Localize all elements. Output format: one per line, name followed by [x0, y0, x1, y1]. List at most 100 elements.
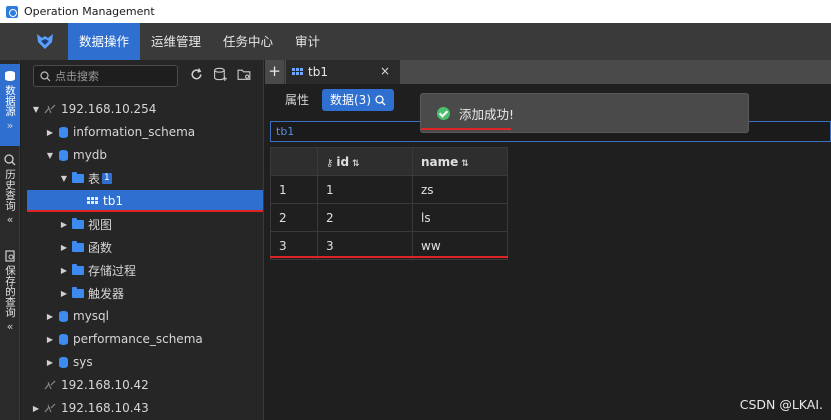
cell-id[interactable]: 2 [317, 203, 413, 232]
close-tab-icon[interactable]: × [380, 64, 390, 78]
menu-audit[interactable]: 审计 [284, 23, 331, 60]
tree-label: 192.168.10.43 [61, 401, 149, 415]
database-icon [59, 149, 68, 161]
tree-node-procedures-folder[interactable]: ▶ 存储过程 [21, 259, 264, 281]
table-row[interactable]: 2 2 ls [270, 203, 508, 232]
tree-node-mydb[interactable]: ▼ mydb [21, 144, 264, 166]
left-rail: 数据源 » 历史查询 « 保存的查询 « [0, 60, 20, 420]
search-icon[interactable] [375, 94, 386, 106]
rail-saved-queries[interactable]: 保存的查询 « [0, 250, 20, 350]
tree-label: 函数 [88, 240, 113, 255]
disconnected-host-icon [44, 104, 56, 114]
sort-icon[interactable]: ⇅ [352, 159, 360, 169]
rail-datasource[interactable]: 数据源 » [0, 64, 20, 146]
primary-key-icon: ⚷ [326, 157, 334, 169]
tree-node-views-folder[interactable]: ▶ 视图 [21, 213, 264, 235]
tree-label: 192.168.10.254 [61, 102, 157, 116]
tree-node-functions-folder[interactable]: ▶ 函数 [21, 236, 264, 258]
top-nav: 数据操作 运维管理 任务中心 审计 [0, 23, 831, 60]
rail-datasource-label: 数据源 [4, 85, 16, 117]
refresh-icon[interactable] [189, 67, 204, 82]
highlight-underline [421, 128, 511, 130]
table-icon [292, 68, 303, 76]
search-box[interactable] [33, 65, 178, 87]
menu-data-operation[interactable]: 数据操作 [68, 23, 141, 60]
title-bar: Operation Management [0, 0, 831, 23]
tree-node-host-43[interactable]: ▶ 192.168.10.43 [21, 397, 264, 419]
table-row[interactable]: 1 1 zs [270, 175, 508, 204]
collapsed-caret-icon[interactable]: ▶ [45, 312, 55, 321]
window-title: Operation Management [24, 5, 155, 18]
cell-id[interactable]: 1 [317, 175, 413, 204]
table-icon [87, 197, 98, 205]
disconnected-host-icon [44, 403, 56, 413]
database-icon [59, 333, 68, 345]
tree-node-host-42[interactable]: ▶ 192.168.10.42 [21, 374, 264, 396]
menu-ops-management[interactable]: 运维管理 [140, 23, 212, 60]
tree-node-tables-folder[interactable]: ▼ 表 1 [21, 167, 264, 189]
search-input[interactable] [55, 69, 165, 83]
collapsed-caret-icon[interactable]: ▶ [45, 358, 55, 367]
highlight-underline [270, 256, 508, 258]
column-header-id[interactable]: ⚷ id ⇅ [317, 147, 413, 176]
function-folder-icon [72, 240, 84, 252]
tree-label: 192.168.10.42 [61, 378, 149, 392]
sort-icon[interactable]: ⇅ [461, 159, 469, 169]
sidebar: ▼ 192.168.10.254 ▶ information_schema ▼ … [21, 60, 264, 420]
rail-saved-queries-label: 保存的查询 [4, 265, 16, 318]
saved-query-icon [5, 250, 15, 262]
tree-node-table-tb1[interactable]: tb1 [27, 190, 263, 212]
tree-label: information_schema [73, 125, 196, 139]
database-icon [59, 126, 68, 138]
collapsed-caret-icon[interactable]: ▶ [59, 266, 69, 275]
collapsed-caret-icon[interactable]: ▶ [59, 220, 69, 229]
subtab-properties[interactable]: 属性 [277, 89, 317, 111]
column-header-label: id [336, 154, 350, 169]
trigger-folder-icon [72, 286, 84, 298]
menu-task-center[interactable]: 任务中心 [212, 23, 284, 60]
toast-message: 添加成功! [459, 106, 515, 122]
subtab-data[interactable]: 数据(3) [322, 89, 394, 111]
disconnected-host-icon [44, 380, 56, 390]
collapsed-caret-icon[interactable]: ▶ [45, 335, 55, 344]
add-datasource-icon[interactable] [213, 67, 228, 82]
table-count-badge: 1 [102, 172, 112, 184]
collapsed-caret-icon[interactable]: ▶ [31, 404, 41, 413]
folder-settings-icon[interactable] [237, 67, 252, 82]
row-number-header [270, 147, 318, 176]
tree-node-performance-schema[interactable]: ▶ performance_schema [21, 328, 264, 350]
tree-node-triggers-folder[interactable]: ▶ 触发器 [21, 282, 264, 304]
main-menu: 数据操作 运维管理 任务中心 审计 [68, 23, 331, 60]
expanded-caret-icon[interactable]: ▼ [31, 105, 41, 114]
tree-label: mysql [73, 309, 109, 323]
tree-node-mysql[interactable]: ▶ mysql [21, 305, 264, 327]
subtab-data-label: 数据(3) [330, 93, 371, 107]
collapse-chevron-icon[interactable]: « [7, 320, 14, 333]
expanded-caret-icon[interactable]: ▼ [59, 174, 69, 183]
expanded-caret-icon[interactable]: ▼ [45, 151, 55, 160]
rail-history[interactable]: 历史查询 « [0, 154, 20, 236]
brand-logo-icon[interactable] [34, 30, 56, 52]
database-icon [59, 310, 68, 322]
column-header-label: name [421, 154, 459, 169]
success-toast: 添加成功! [420, 93, 749, 133]
cell-name[interactable]: ls [412, 203, 508, 232]
column-header-name[interactable]: name ⇅ [412, 147, 508, 176]
collapsed-caret-icon[interactable]: ▶ [59, 243, 69, 252]
editor-tabbar: + tb1 × [265, 60, 831, 84]
tab-tb1[interactable]: tb1 × [286, 60, 400, 84]
expand-chevron-icon[interactable]: » [7, 119, 14, 132]
cell-name[interactable]: zs [412, 175, 508, 204]
collapse-chevron-icon[interactable]: « [7, 213, 14, 226]
tree-node-sys[interactable]: ▶ sys [21, 351, 264, 373]
collapsed-caret-icon[interactable]: ▶ [45, 128, 55, 137]
tree-node-information-schema[interactable]: ▶ information_schema [21, 121, 264, 143]
collapsed-caret-icon[interactable]: ▶ [59, 289, 69, 298]
tree-node-host-254[interactable]: ▼ 192.168.10.254 [21, 98, 264, 120]
tree-label: 表 [88, 171, 101, 186]
result-grid: ⚷ id ⇅ name ⇅ 1 1 zs 2 2 ls 3 3 ww [270, 147, 508, 260]
row-number-cell: 1 [270, 175, 318, 204]
rail-history-label: 历史查询 [4, 169, 16, 211]
sidebar-toolbar [189, 67, 252, 82]
new-tab-button[interactable]: + [265, 60, 285, 84]
